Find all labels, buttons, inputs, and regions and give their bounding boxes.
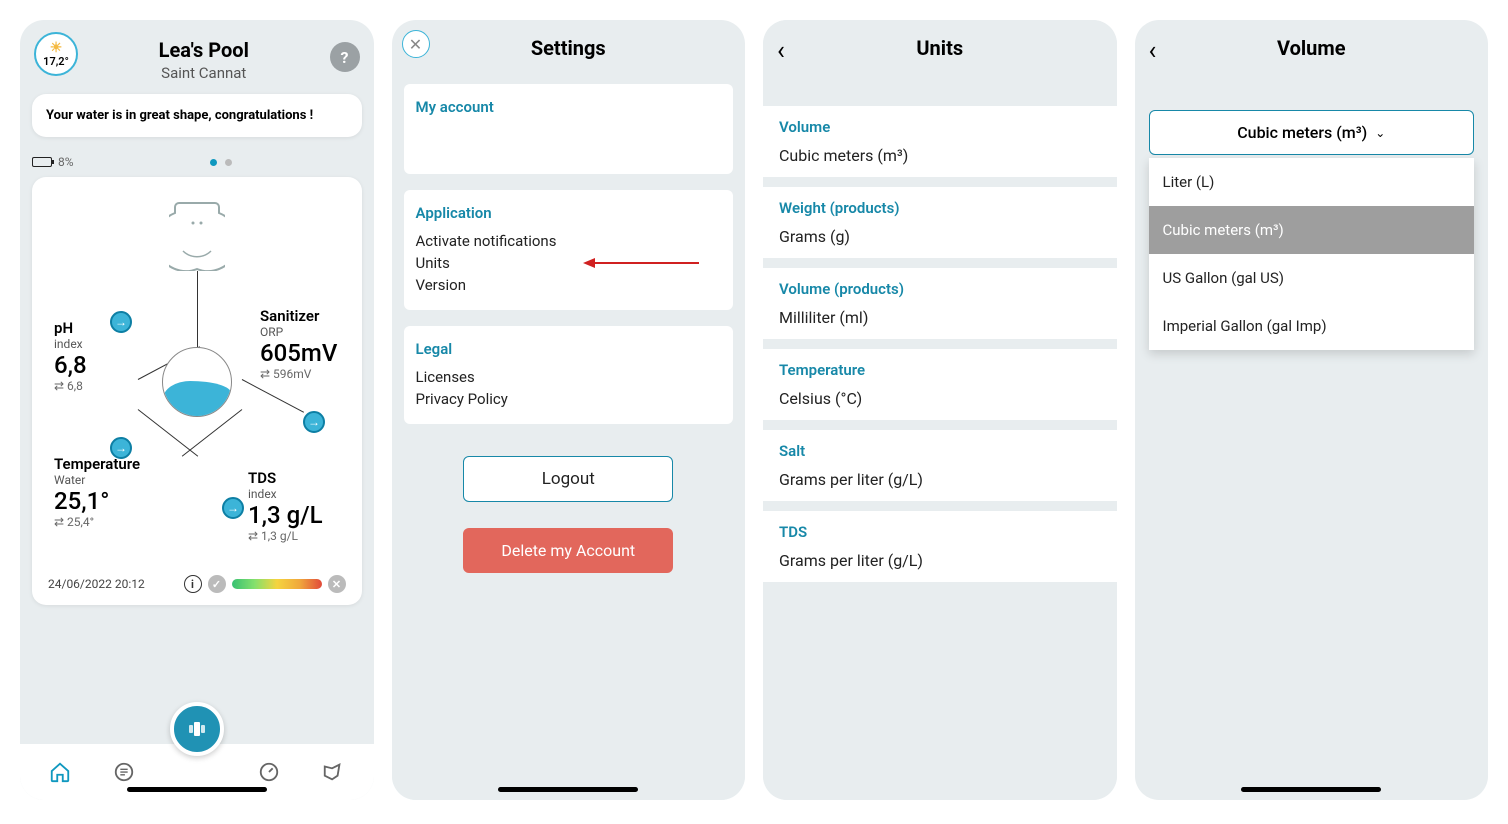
- option-imperial-gallon[interactable]: Imperial Gallon (gal Imp): [1149, 302, 1475, 350]
- screen-settings: ✕ Settings My account Application Activa…: [392, 20, 746, 800]
- annotation-arrow-icon: [581, 256, 701, 274]
- screen-units: ‹ Units Volume Cubic meters (m³) Weight …: [763, 20, 1117, 800]
- volume-select[interactable]: Cubic meters (m³) ⌄: [1149, 110, 1475, 155]
- status-message: Your water is in great shape, congratula…: [46, 108, 348, 123]
- settings-title: Settings: [531, 36, 606, 60]
- unit-volume-products[interactable]: Volume (products) Milliliter (ml): [763, 268, 1117, 339]
- help-button[interactable]: ?: [330, 42, 360, 72]
- unit-tds[interactable]: TDS Grams per liter (g/L): [763, 511, 1117, 582]
- back-button[interactable]: ‹: [777, 36, 785, 66]
- unit-volume[interactable]: Volume Cubic meters (m³): [763, 106, 1117, 177]
- pool-location: Saint Cannat: [86, 64, 322, 82]
- quality-bar: [232, 579, 322, 589]
- fab-button[interactable]: [170, 702, 224, 756]
- option-cubic-meters[interactable]: Cubic meters (m³): [1149, 206, 1475, 254]
- row-privacy-policy[interactable]: Privacy Policy: [416, 388, 722, 410]
- section-application: Application: [416, 204, 722, 222]
- nav-chat-icon[interactable]: [112, 760, 136, 784]
- row-activate-notifications[interactable]: Activate notifications: [416, 230, 722, 252]
- weather-badge[interactable]: ☀ 17,2°: [34, 32, 78, 76]
- nav-tag-icon[interactable]: [321, 760, 345, 784]
- metric-tds: TDS index 1,3 g/L ⇄ 1,3 g/L: [248, 469, 323, 543]
- battery-icon: [32, 157, 52, 167]
- metric-ph: pH index 6,8 ⇄ 6,8: [54, 319, 87, 393]
- sun-icon: ☀: [50, 41, 63, 55]
- home-indicator: [1241, 787, 1381, 792]
- unit-weight-products[interactable]: Weight (products) Grams (g): [763, 187, 1117, 258]
- nav-gauge-icon[interactable]: [257, 760, 281, 784]
- check-icon: ✓: [208, 575, 226, 593]
- page-dots[interactable]: [80, 155, 362, 169]
- device-icon: [169, 201, 225, 271]
- ph-node[interactable]: →: [110, 311, 132, 333]
- option-liter[interactable]: Liter (L): [1149, 158, 1475, 206]
- tds-node[interactable]: →: [222, 497, 244, 519]
- metric-sanitizer: Sanitizer ORP 605mV ⇄ 596mV: [260, 307, 337, 381]
- chevron-down-icon: ⌄: [1375, 126, 1385, 140]
- battery-percent: 8%: [58, 155, 74, 169]
- volume-title: Volume: [1277, 36, 1346, 60]
- sanitizer-node[interactable]: →: [303, 411, 325, 433]
- close-button[interactable]: ✕: [402, 30, 430, 58]
- pool-title: Lea's Pool: [86, 38, 322, 62]
- volume-dropdown-menu: Liter (L) Cubic meters (m³) US Gallon (g…: [1149, 158, 1475, 350]
- screen-volume: ‹ Volume Cubic meters (m³) ⌄ Liter (L) C…: [1135, 20, 1489, 800]
- home-indicator: [127, 787, 267, 792]
- logout-button[interactable]: Logout: [463, 456, 673, 502]
- close-icon: ✕: [328, 575, 346, 593]
- nav-home-icon[interactable]: [48, 760, 72, 784]
- row-version[interactable]: Version: [416, 274, 722, 296]
- delete-account-button[interactable]: Delete my Account: [463, 528, 673, 573]
- water-level-icon: [162, 347, 232, 417]
- unit-temperature[interactable]: Temperature Celsius (°C): [763, 349, 1117, 420]
- units-title: Units: [916, 36, 963, 60]
- metric-temperature: Temperature Water 25,1° ⇄ 25,4°: [54, 455, 140, 529]
- timestamp: 24/06/2022 20:12: [48, 577, 145, 591]
- back-button[interactable]: ‹: [1149, 36, 1157, 66]
- weather-temp: 17,2°: [43, 55, 69, 68]
- section-my-account[interactable]: My account: [416, 98, 722, 116]
- row-licenses[interactable]: Licenses: [416, 366, 722, 388]
- option-us-gallon[interactable]: US Gallon (gal US): [1149, 254, 1475, 302]
- row-units[interactable]: Units: [416, 252, 722, 274]
- home-indicator: [498, 787, 638, 792]
- section-legal: Legal: [416, 340, 722, 358]
- unit-salt[interactable]: Salt Grams per liter (g/L): [763, 430, 1117, 501]
- info-icon[interactable]: i: [184, 575, 202, 593]
- screen-home: ☀ 17,2° Lea's Pool Saint Cannat ? Your w…: [20, 20, 374, 800]
